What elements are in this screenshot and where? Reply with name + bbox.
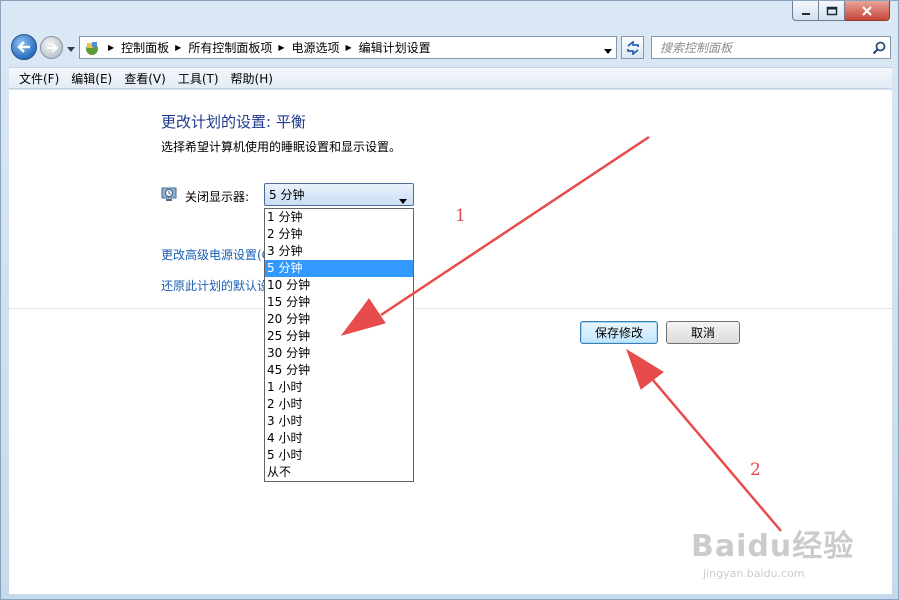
menu-help[interactable]: 帮助(H)	[225, 70, 279, 87]
page-subtitle: 选择希望计算机使用的睡眠设置和显示设置。	[161, 140, 402, 154]
menu-file[interactable]: 文件(F)	[13, 70, 65, 87]
dropdown-option[interactable]: 2 小时	[265, 396, 413, 413]
arrow-left-icon	[17, 41, 30, 53]
window-frame: ▶ 控制面板 ▶ 所有控制面板项 ▶ 电源选项 ▶ 编辑计划设置 搜索控制面板 …	[0, 0, 899, 600]
turn-off-display-label: 关闭显示器:	[185, 190, 250, 204]
monitor-clock-icon	[161, 186, 179, 205]
close-button[interactable]	[845, 1, 890, 21]
caption-buttons	[792, 1, 890, 22]
dropdown-option[interactable]: 25 分钟	[265, 328, 413, 345]
menu-view[interactable]: 查看(V)	[118, 70, 172, 87]
history-dropdown[interactable]	[67, 42, 75, 56]
breadcrumb-power-options[interactable]: 电源选项	[292, 39, 340, 56]
watermark-logo: Baidu经验	[691, 529, 855, 564]
breadcrumb-separator: ▶	[345, 43, 352, 52]
select-value: 5 分钟	[269, 188, 305, 202]
minimize-button[interactable]	[792, 1, 819, 21]
forward-button[interactable]	[40, 36, 63, 59]
breadcrumb-edit-plan[interactable]: 编辑计划设置	[359, 39, 431, 56]
breadcrumb-all-items[interactable]: 所有控制面板项	[188, 39, 272, 56]
navigation-bar: ▶ 控制面板 ▶ 所有控制面板项 ▶ 电源选项 ▶ 编辑计划设置 搜索控制面板	[9, 31, 892, 63]
close-icon	[862, 5, 872, 16]
menu-tools[interactable]: 工具(T)	[172, 70, 225, 87]
dropdown-option[interactable]: 15 分钟	[265, 294, 413, 311]
address-dropdown[interactable]	[604, 44, 612, 58]
watermark-url: jingyan.baidu.com	[703, 567, 805, 580]
chevron-down-icon	[604, 49, 612, 54]
dropdown-option[interactable]: 1 小时	[265, 379, 413, 396]
page-title: 更改计划的设置: 平衡	[161, 113, 306, 131]
search-box[interactable]: 搜索控制面板	[651, 36, 891, 59]
maximize-icon	[826, 6, 837, 15]
turn-off-display-select[interactable]: 5 分钟	[264, 183, 414, 206]
dropdown-option[interactable]: 3 小时	[265, 413, 413, 430]
back-button[interactable]	[11, 34, 37, 60]
dropdown-option[interactable]: 1 分钟	[265, 209, 413, 226]
chevron-down-icon	[67, 47, 75, 52]
advanced-power-settings-link[interactable]: 更改高级电源设置(C)	[161, 246, 265, 263]
dropdown-option[interactable]: 45 分钟	[265, 362, 413, 379]
breadcrumb-separator: ▶	[175, 43, 182, 52]
refresh-icon	[626, 40, 639, 55]
refresh-button[interactable]	[621, 36, 644, 59]
maximize-button[interactable]	[819, 1, 845, 21]
annotation-label-2: 2	[750, 460, 761, 480]
display-timeout-dropdown-list: 1 分钟 2 分钟 3 分钟 5 分钟 10 分钟 15 分钟 20 分钟 25 分钟 30 分…	[264, 208, 414, 482]
menu-edit[interactable]: 编辑(E)	[65, 70, 118, 87]
breadcrumb-separator: ▶	[108, 43, 115, 52]
minimize-icon	[801, 12, 810, 15]
chevron-down-icon	[399, 193, 407, 207]
search-icon[interactable]	[868, 41, 890, 55]
dropdown-option[interactable]: 从不	[265, 464, 413, 481]
dropdown-option[interactable]: 4 小时	[265, 430, 413, 447]
dropdown-option[interactable]: 20 分钟	[265, 311, 413, 328]
dropdown-option[interactable]: 5 小时	[265, 447, 413, 464]
baidu-watermark: Baidu经验 jingyan.baidu.com	[691, 521, 854, 580]
search-input[interactable]: 搜索控制面板	[652, 39, 868, 56]
breadcrumb-control-panel[interactable]: 控制面板	[121, 39, 169, 56]
save-changes-button[interactable]: 保存修改	[580, 321, 658, 344]
dropdown-option[interactable]: 5 分钟	[265, 260, 413, 277]
cancel-button[interactable]: 取消	[666, 321, 740, 344]
arrow-right-icon	[46, 42, 58, 53]
content-pane: 更改计划的设置: 平衡 选择希望计算机使用的睡眠设置和显示设置。 关闭显示器: …	[9, 90, 892, 594]
dropdown-option[interactable]: 10 分钟	[265, 277, 413, 294]
dropdown-option[interactable]: 3 分钟	[265, 243, 413, 260]
control-panel-icon	[82, 39, 102, 57]
restore-defaults-link[interactable]: 还原此计划的默认设置(R)	[161, 277, 265, 294]
address-bar[interactable]: ▶ 控制面板 ▶ 所有控制面板项 ▶ 电源选项 ▶ 编辑计划设置	[79, 36, 617, 59]
menu-bar: 文件(F) 编辑(E) 查看(V) 工具(T) 帮助(H)	[9, 67, 892, 89]
breadcrumb-separator: ▶	[278, 43, 285, 52]
annotation-label-1: 1	[455, 206, 466, 226]
dropdown-option[interactable]: 2 分钟	[265, 226, 413, 243]
dropdown-option[interactable]: 30 分钟	[265, 345, 413, 362]
